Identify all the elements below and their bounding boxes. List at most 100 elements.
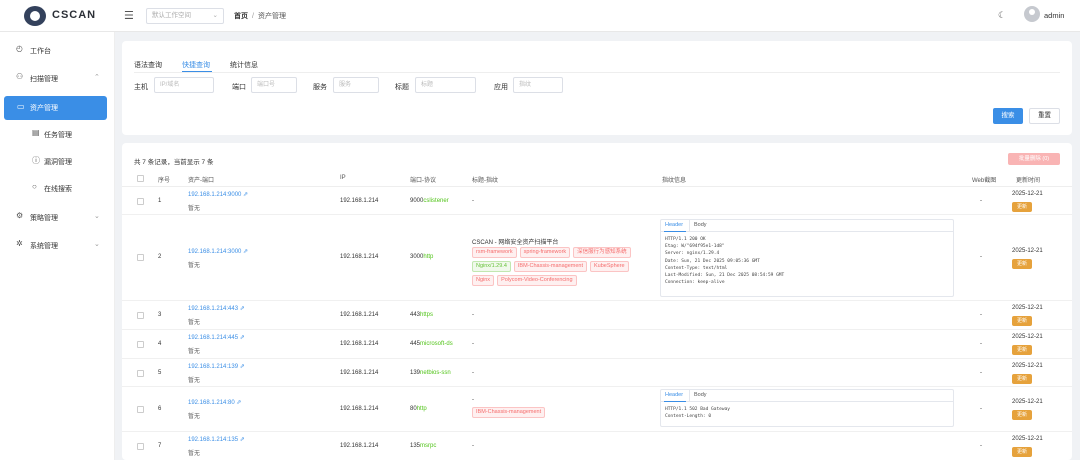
row-checkbox[interactable]: [137, 254, 144, 261]
workspace-select[interactable]: 默认工作空间 ⌄: [146, 8, 224, 24]
external-link-icon: ⇗: [239, 306, 245, 312]
title-cell: -: [472, 198, 474, 204]
asset-link[interactable]: 192.168.1.214:443 ⇗: [188, 305, 245, 312]
service-name: netbios-ssn: [420, 370, 451, 376]
select-all-checkbox[interactable]: [137, 175, 144, 182]
batch-delete-button[interactable]: 批量删除 (0): [1008, 153, 1060, 165]
service-name: https: [420, 312, 434, 318]
monitor-icon: ▭: [17, 102, 25, 111]
column-header: 端口-协议: [410, 178, 436, 184]
active-tab-indicator: [182, 71, 212, 72]
user-name[interactable]: admin: [1044, 11, 1064, 20]
port-number: 139: [410, 370, 421, 376]
tab-header[interactable]: Header: [665, 392, 683, 398]
sidebar-item-scan-management[interactable]: ⚇ 扫描管理 ⌃: [0, 71, 115, 89]
row-checkbox[interactable]: [137, 443, 144, 450]
tab-syntax-query[interactable]: 语法查询: [134, 60, 162, 70]
update-time: 2025-12-21: [1012, 334, 1043, 340]
update-badge[interactable]: 更新: [1012, 447, 1032, 457]
row-number: 2: [158, 254, 162, 260]
sidebar-item-label: 漏洞管理: [44, 159, 72, 166]
http-header-text: HTTP/1.1 502 Bad Gateway Content-Length:…: [665, 407, 731, 420]
screenshot-cell: -: [980, 341, 982, 347]
row-checkbox[interactable]: [137, 406, 144, 413]
chevron-down-icon: ⌄: [94, 241, 100, 248]
asset-link[interactable]: 192.168.1.214:3000 ⇗: [188, 248, 248, 255]
update-badge[interactable]: 更新: [1012, 374, 1032, 384]
moon-icon[interactable]: ☾: [998, 10, 1006, 21]
breadcrumb-home[interactable]: 首页: [234, 13, 248, 20]
menu-toggle-icon[interactable]: ☰: [124, 9, 134, 22]
fingerprint-tags: IBM-Chassis-management: [472, 407, 647, 421]
tabs-divider: [134, 72, 1060, 73]
tab-quick-query[interactable]: 快捷查询: [182, 60, 210, 70]
ip-cell: 192.168.1.214: [340, 254, 379, 260]
row-number: 7: [158, 443, 162, 449]
update-time: 2025-12-21: [1012, 363, 1043, 369]
sidebar-item-vuln-management[interactable]: ⓘ 漏洞管理: [0, 154, 115, 172]
title-cell: -: [472, 312, 474, 318]
record-count: 共 7 条记录，当前显示 7 条: [134, 159, 214, 166]
host-input[interactable]: IP/域名: [154, 77, 214, 93]
chevron-up-icon: ⌃: [94, 74, 100, 81]
fingerprint-tag: rsm-framework: [472, 247, 517, 258]
fingerprint-tag: Nginx/1.29.4: [472, 261, 511, 272]
asset-subtitle: 暂无: [188, 206, 201, 212]
ip-cell: 192.168.1.214: [340, 312, 379, 318]
sidebar-item-policy-management[interactable]: ⚙ 策略管理 ⌄: [0, 210, 115, 228]
port-label: 端口: [232, 84, 246, 91]
port-cell: 139netbios-ssn: [410, 370, 451, 376]
asset-link[interactable]: 192.168.1.214:80 ⇗: [188, 399, 241, 406]
vuln-icon: ⓘ: [32, 156, 40, 165]
port-input[interactable]: 端口号: [251, 77, 297, 93]
tab-body[interactable]: Body: [694, 222, 707, 228]
sidebar-item-task-management[interactable]: ▤ 任务管理: [0, 127, 115, 145]
app-input[interactable]: 指纹: [513, 77, 563, 93]
fingerprint-info-box: Header Body HTTP/1.1 200 OK Etag: W/"694…: [660, 219, 954, 297]
ip-cell: 192.168.1.214: [340, 341, 379, 347]
update-badge[interactable]: 更新: [1012, 410, 1032, 420]
column-header: 指纹信息: [662, 178, 687, 184]
service-label: 服务: [313, 84, 327, 91]
column-header: Web截图: [972, 178, 997, 184]
search-button[interactable]: 搜索: [993, 108, 1023, 124]
update-badge[interactable]: 更新: [1012, 316, 1032, 326]
asset-link-text: 192.168.1.214:135: [188, 437, 239, 443]
row-checkbox[interactable]: [137, 312, 144, 319]
port-number: 135: [410, 443, 421, 449]
column-header: IP: [340, 175, 346, 181]
table-row: 3 192.168.1.214:443 ⇗ 暂无 192.168.1.214 4…: [122, 301, 1072, 330]
tab-body[interactable]: Body: [694, 392, 707, 398]
tab-statistics[interactable]: 统计信息: [230, 60, 258, 70]
sidebar-item-asset-management[interactable]: ▭ 资产管理: [4, 96, 107, 120]
row-checkbox[interactable]: [137, 341, 144, 348]
asset-link[interactable]: 192.168.1.214:9000 ⇗: [188, 191, 248, 198]
service-name: cslistener: [423, 198, 449, 204]
sidebar-item-online-search[interactable]: ○ 在线搜索: [0, 181, 115, 199]
port-cell: 135msrpc: [410, 443, 436, 449]
title-input[interactable]: 标题: [415, 77, 476, 93]
row-checkbox[interactable]: [137, 370, 144, 377]
sidebar-item-system-management[interactable]: ✲ 系统管理 ⌄: [0, 238, 115, 256]
asset-link[interactable]: 192.168.1.214:445 ⇗: [188, 334, 245, 341]
fingerprint-tags: rsm-framework spring-framework 深信服行为感知系统 Ng…: [472, 247, 647, 289]
update-badge[interactable]: 更新: [1012, 202, 1032, 212]
tab-header[interactable]: Header: [665, 222, 683, 228]
sidebar-item-dashboard[interactable]: ◴ 工作台: [0, 43, 115, 61]
asset-link[interactable]: 192.168.1.214:135 ⇗: [188, 436, 245, 443]
asset-subtitle: 暂无: [188, 414, 201, 420]
asset-link[interactable]: 192.168.1.214:139 ⇗: [188, 363, 245, 370]
update-badge[interactable]: 更新: [1012, 259, 1032, 269]
avatar[interactable]: [1024, 6, 1040, 22]
search-panel: 语法查询 快捷查询 统计信息 主机 IP/域名 端口 端口号 服务 服务 标题 …: [122, 41, 1072, 135]
sidebar-item-label: 在线搜索: [44, 186, 72, 193]
asset-table-panel: 共 7 条记录，当前显示 7 条 批量删除 (0) 序号 资产-端口 IP 端口…: [122, 143, 1072, 460]
update-badge[interactable]: 更新: [1012, 345, 1032, 355]
service-name: msrpc: [420, 443, 437, 449]
row-checkbox[interactable]: [137, 198, 144, 205]
table-header: 序号 资产-端口 IP 端口-协议 标题-指纹 指纹信息 Web截图 更新时间: [122, 171, 1072, 187]
service-input[interactable]: 服务: [333, 77, 379, 93]
service-name: microsoft-ds: [420, 341, 453, 347]
reset-button[interactable]: 重置: [1029, 108, 1060, 124]
asset-subtitle: 暂无: [188, 349, 201, 355]
